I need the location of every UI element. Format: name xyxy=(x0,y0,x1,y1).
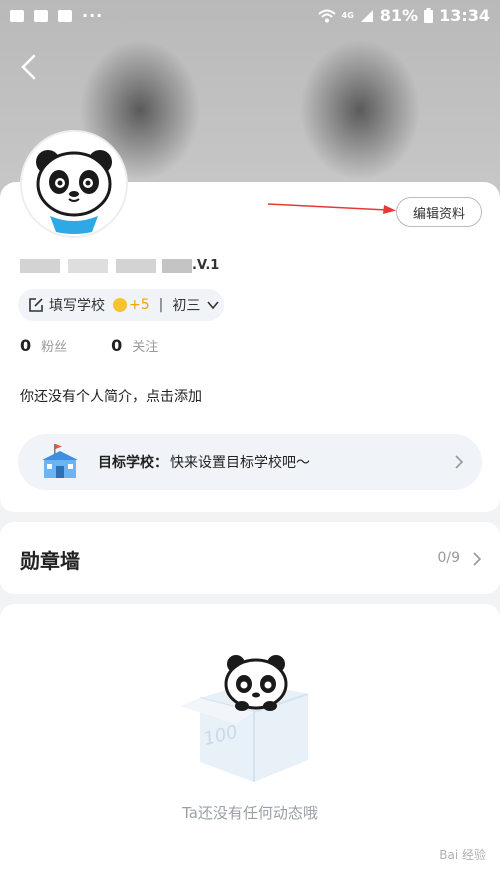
follow-stats: 0 粉丝 0 关注 xyxy=(20,336,158,355)
network-type: 4G xyxy=(341,11,354,20)
badge-count: 0/9 xyxy=(437,550,460,566)
wifi-icon xyxy=(317,9,336,22)
target-school-label: 目标学校： xyxy=(98,455,168,471)
message-notification-icon xyxy=(34,9,48,22)
panda-avatar-icon xyxy=(36,150,112,234)
grade-label[interactable]: 初三 xyxy=(172,295,200,315)
edit-profile-button[interactable]: 编辑资料 xyxy=(396,197,482,227)
coin-reward: +5 xyxy=(129,297,150,313)
status-bar: ··· 4G 81% 13:34 xyxy=(0,0,500,30)
fill-school-label: 填写学校 xyxy=(49,298,105,314)
bio-prompt[interactable]: 你还没有个人简介，点击添加 xyxy=(20,386,202,406)
target-school-row[interactable]: 目标学校： 快来设置目标学校吧～ xyxy=(18,434,482,490)
badge-wall-title: 勋章墙 xyxy=(20,549,80,573)
battery-icon xyxy=(424,8,434,23)
watermark: Bai 经验 xyxy=(439,848,486,862)
following-label[interactable]: 关注 xyxy=(132,336,158,355)
empty-box-panda-illustration: 100 xyxy=(180,655,309,782)
fans-count[interactable]: 0 xyxy=(20,336,31,355)
chevron-right-icon xyxy=(455,455,464,469)
fans-label[interactable]: 粉丝 xyxy=(41,336,67,355)
avatar[interactable] xyxy=(20,130,128,238)
signal-icon xyxy=(360,9,373,22)
clock: 13:34 xyxy=(439,6,490,25)
empty-feed-text: Ta还没有任何动态哦 xyxy=(182,804,318,822)
coin-icon xyxy=(113,298,127,312)
school-building-icon xyxy=(42,444,78,478)
chevron-down-icon[interactable] xyxy=(206,298,220,312)
more-notifications-icon: ··· xyxy=(82,6,104,25)
annotation-arrow xyxy=(268,203,396,214)
badge-wall-card[interactable]: 勋章墙 0/9 xyxy=(0,522,500,594)
edit-pencil-icon xyxy=(29,298,43,312)
following-count[interactable]: 0 xyxy=(111,336,122,355)
user-level: .V.1 xyxy=(192,258,220,273)
target-school-value: 快来设置目标学校吧～ xyxy=(170,455,310,471)
gallery-notification-icon xyxy=(10,9,24,22)
back-icon[interactable] xyxy=(14,50,44,84)
fill-school-chip[interactable]: 填写学校 +5 | 初三 xyxy=(18,289,224,321)
chevron-right-icon xyxy=(473,552,482,566)
battery-percent: 81% xyxy=(379,6,419,25)
shopping-notification-icon xyxy=(58,9,72,22)
chip-separator: | xyxy=(158,297,164,313)
